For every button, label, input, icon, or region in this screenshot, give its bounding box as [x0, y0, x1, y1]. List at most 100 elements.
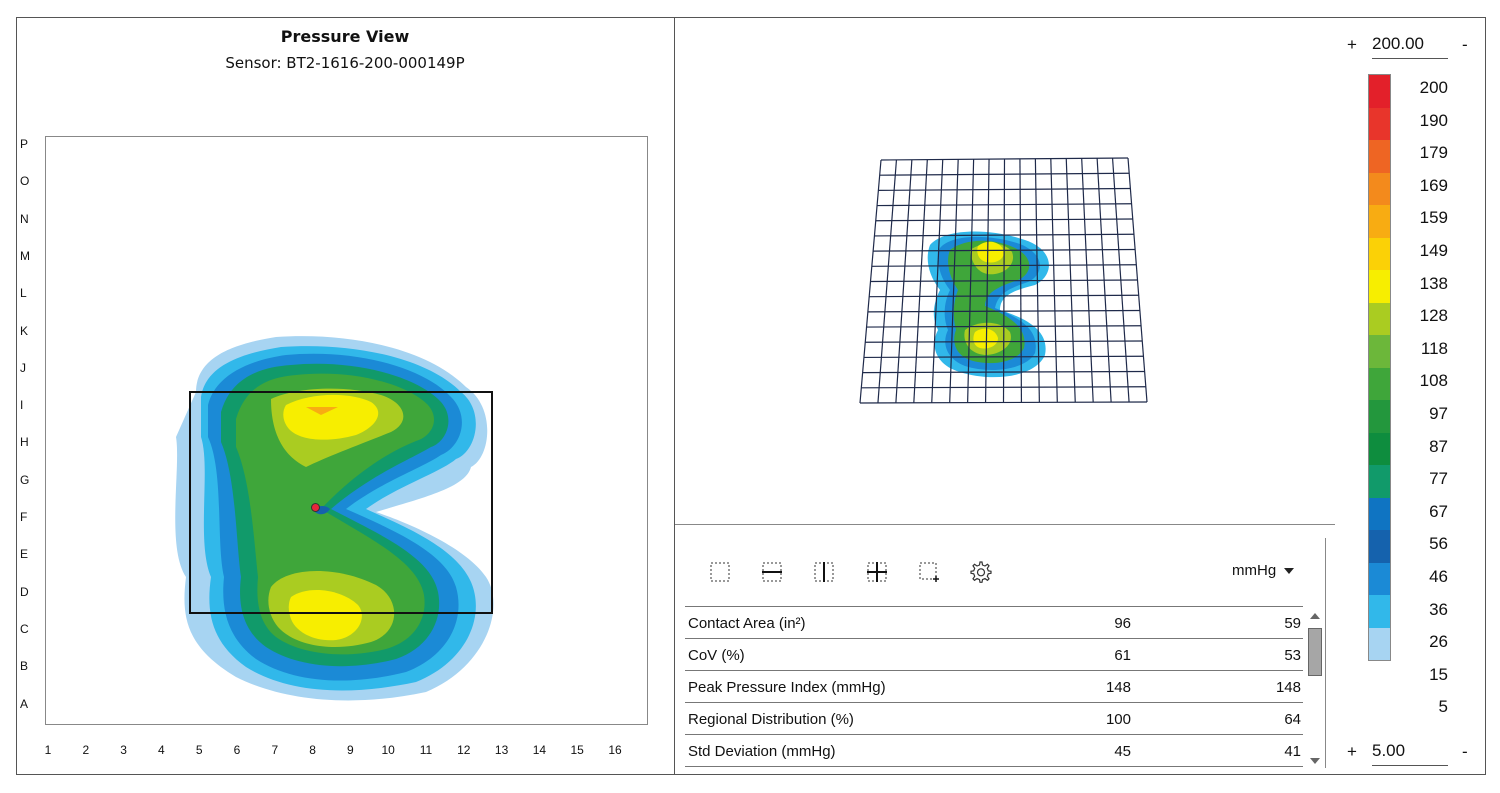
- column-label: 14: [532, 743, 547, 757]
- color-scale-segment: [1369, 530, 1390, 563]
- color-scale-label: 128: [1419, 306, 1448, 326]
- metric-value-full: 45: [1114, 743, 1131, 760]
- table-row[interactable]: CoV (%) 61 53: [685, 638, 1303, 670]
- color-scale-segment: [1369, 270, 1390, 303]
- color-scale-label: 87: [1429, 436, 1448, 456]
- color-scale-segment: [1369, 237, 1390, 270]
- increase-min-button[interactable]: +: [1347, 742, 1357, 762]
- decrease-max-button[interactable]: -: [1462, 35, 1468, 55]
- column-label: 3: [120, 743, 127, 757]
- horizontal-split-icon[interactable]: [760, 560, 784, 584]
- color-scale-label: 46: [1429, 567, 1448, 586]
- color-scale-segment: [1369, 432, 1390, 465]
- color-scale-segment: [1369, 627, 1390, 660]
- metric-value-region: 148: [1275, 679, 1301, 696]
- sensor-label: Sensor: BT2-1616-200-000149P: [225, 54, 465, 72]
- mesh-line: [861, 386, 1146, 389]
- color-scale-label: 169: [1419, 175, 1448, 195]
- metric-value-region: 41: [1284, 743, 1301, 760]
- column-label: 7: [271, 743, 279, 757]
- pressure-3d-mesh[interactable]: [850, 150, 1160, 420]
- color-scale-label: 108: [1419, 371, 1448, 391]
- color-scale-segment: [1369, 400, 1390, 433]
- row-label: D: [20, 584, 29, 599]
- selection-region[interactable]: [189, 391, 493, 614]
- center-of-pressure-marker[interactable]: [311, 503, 320, 512]
- metric-name: Std Deviation (mmHg): [688, 743, 836, 760]
- column-label: 1: [44, 743, 52, 757]
- vertical-split-icon[interactable]: [812, 560, 836, 584]
- row-label: F: [20, 510, 28, 524]
- decrease-min-button[interactable]: -: [1462, 742, 1468, 762]
- panel-divider-horizontal: [675, 524, 1335, 525]
- table-row[interactable]: Contact Area (in²) 96 59: [685, 606, 1303, 638]
- unit-dropdown[interactable]: mmHg: [1232, 562, 1295, 579]
- select-region-icon[interactable]: [708, 560, 732, 584]
- color-scale-label: 26: [1429, 632, 1448, 652]
- row-label: I: [20, 398, 24, 413]
- color-scale-label: 159: [1419, 208, 1448, 228]
- column-label: 2: [82, 743, 90, 757]
- metric-name: CoV (%): [688, 647, 745, 664]
- color-scale-label: 138: [1419, 273, 1448, 293]
- table-row[interactable]: Regional Distribution (%) 100 64: [685, 702, 1303, 734]
- table-row[interactable]: Std Deviation (mmHg) 45 41: [685, 734, 1303, 767]
- row-label: B: [20, 659, 29, 674]
- column-label: 4: [158, 743, 165, 757]
- color-scale-segment: [1369, 497, 1390, 530]
- color-scale-label: 5: [1438, 697, 1448, 717]
- row-label: O: [20, 174, 30, 189]
- quad-split-icon[interactable]: [865, 560, 889, 584]
- color-scale-label: 149: [1419, 241, 1448, 260]
- column-label: 13: [494, 743, 509, 757]
- increase-max-button[interactable]: +: [1347, 35, 1357, 55]
- column-label: 12: [457, 743, 471, 757]
- metric-value-region: 53: [1284, 647, 1301, 664]
- metric-value-full: 100: [1105, 711, 1131, 728]
- column-label: 6: [233, 743, 241, 757]
- chevron-down-icon: [1284, 568, 1295, 575]
- column-label: 8: [309, 743, 316, 757]
- mesh-line: [863, 355, 1144, 359]
- metric-value-full: 61: [1114, 647, 1131, 664]
- color-scale-label: 56: [1429, 534, 1448, 554]
- metric-name: Peak Pressure Index (mmHg): [688, 679, 886, 696]
- row-label: J: [20, 360, 26, 375]
- table-row[interactable]: Peak Pressure Index (mmHg) 148 148: [685, 670, 1303, 702]
- column-label: 5: [195, 743, 203, 757]
- color-scale-segment: [1369, 302, 1390, 335]
- gear-icon[interactable]: [968, 560, 992, 584]
- row-label: G: [20, 472, 30, 487]
- row-label: H: [20, 435, 29, 450]
- color-scale-label: 67: [1429, 501, 1448, 521]
- color-scale-segment: [1369, 367, 1390, 400]
- color-scale-bar: [1368, 74, 1391, 661]
- column-label: 16: [608, 743, 622, 757]
- mesh-line: [869, 294, 1139, 298]
- panel-divider: [674, 17, 675, 775]
- mesh-line: [865, 340, 1143, 343]
- max-scale-input[interactable]: 200.00: [1372, 34, 1448, 59]
- pressure-view-title: Pressure View: [280, 27, 410, 46]
- metric-name: Regional Distribution (%): [688, 711, 854, 728]
- scroll-up-arrow[interactable]: [1310, 613, 1320, 619]
- color-scale-segment: [1369, 562, 1390, 595]
- color-scale-segment: [1369, 140, 1390, 173]
- color-scale-segment: [1369, 465, 1390, 498]
- row-label: E: [20, 547, 29, 562]
- row-label: C: [20, 621, 29, 636]
- metric-value-region: 59: [1284, 615, 1301, 632]
- color-scale-label: 118: [1420, 338, 1448, 358]
- mesh-line: [870, 279, 1138, 283]
- scroll-down-arrow[interactable]: [1310, 758, 1320, 764]
- scrollbar-thumb[interactable]: [1308, 628, 1322, 676]
- mesh-line: [866, 325, 1142, 328]
- color-scale-segment: [1369, 172, 1390, 205]
- color-scale-segment: [1369, 335, 1390, 368]
- metric-value-full: 148: [1105, 679, 1131, 696]
- color-scale-segment: [1369, 107, 1390, 140]
- color-scale-label: 97: [1429, 404, 1448, 423]
- add-region-icon[interactable]: [917, 560, 941, 584]
- min-scale-input[interactable]: 5.00: [1372, 741, 1448, 766]
- color-scale-segment: [1369, 205, 1390, 238]
